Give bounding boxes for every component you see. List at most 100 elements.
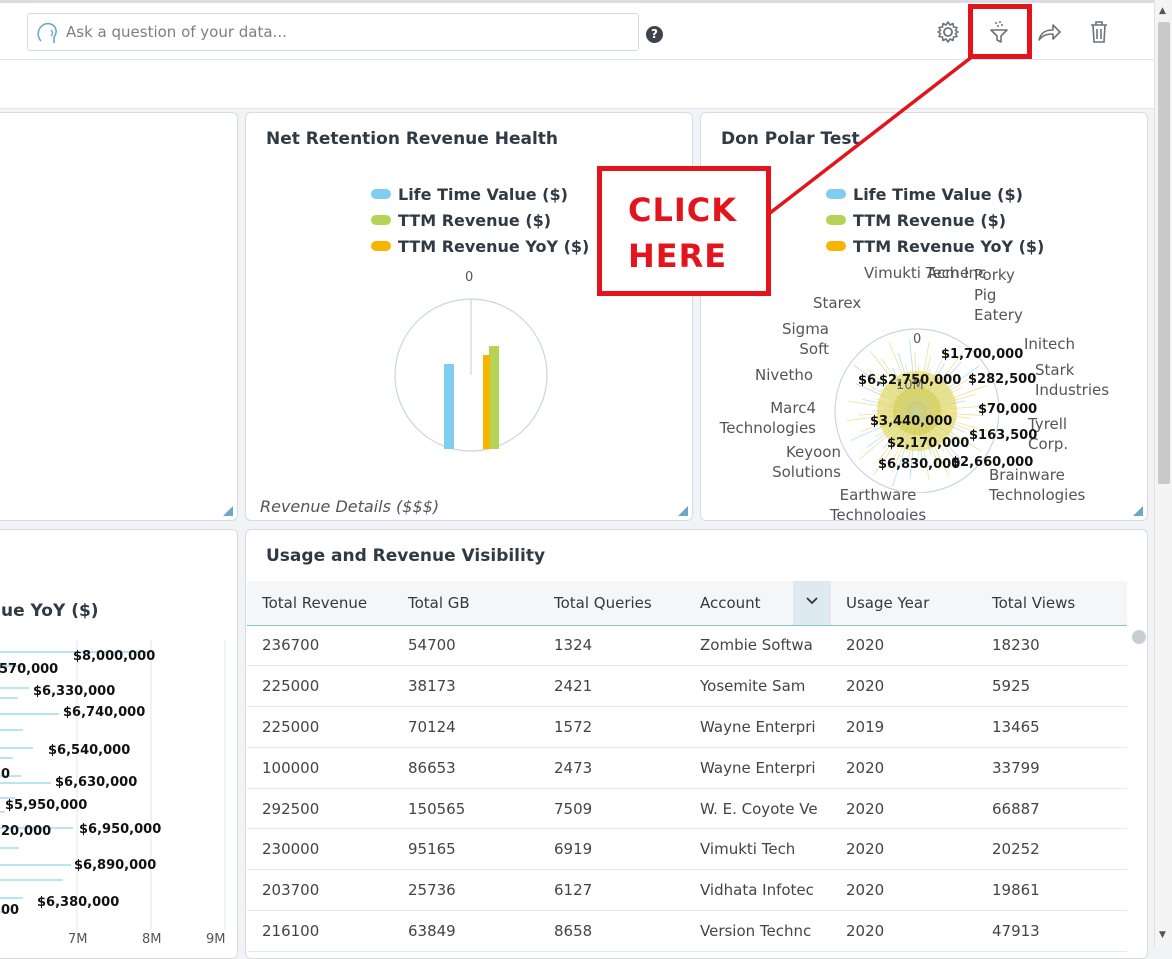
table-cell: Yosemite Sam [685,665,831,708]
x-tick-label: 7M [68,932,88,947]
column-header[interactable]: Usage Year [831,581,977,626]
legend-item[interactable]: Life Time Value ($) [826,181,1044,207]
callout-highlight-box [968,4,1032,59]
panel-title: Don Polar Test [721,129,860,149]
page-scrollbar[interactable]: ▲ ▼ [1154,0,1172,948]
column-header[interactable]: Total GB [393,581,539,626]
value-label: $6,740,000 [63,705,146,720]
account-label: Keyoon Solutions [772,443,841,481]
scroll-up-icon[interactable]: ▲ [1159,6,1166,16]
table-cell: 6127 [539,869,685,912]
table-cell: 2020 [831,788,977,830]
table-cell: 7509 [539,788,685,830]
resize-handle-icon[interactable] [1133,506,1143,516]
bar-ltv[interactable] [444,364,454,449]
column-dropdown-button[interactable] [793,581,831,626]
table-row[interactable]: 236700 54700 1324 Zombie Softwa 2020 18230 [247,625,1127,667]
legend-swatch [371,215,391,225]
table-cell: 225000 [247,665,393,708]
table-cell: Wayne Enterpri [685,706,831,748]
legend-swatch [826,215,846,225]
bar-ttm[interactable] [489,346,499,449]
table-cell: 216100 [247,910,393,952]
table-cell: 66887 [977,788,1127,830]
value-label: $6,950,000 [79,822,162,837]
account-label: Brainware Technologies [989,466,1086,504]
legend-item[interactable]: TTM Revenue YoY ($) [371,233,589,259]
resize-handle-icon[interactable] [223,506,233,516]
table-cell: 33799 [977,747,1127,789]
table-cell: 18230 [977,625,1127,667]
table-cell: 86653 [393,747,539,789]
panel-title: Net Retention Revenue Health [266,129,559,149]
table-row[interactable]: 100000 86653 2473 Wayne Enterpri 2020 33799 [247,747,1127,789]
left-bottom-panel: ue YoY ($) $8,000,000 570,000 $6,330,000… [0,529,238,959]
table-row[interactable]: 225000 38173 2421 Yosemite Sam 2020 5925 [247,665,1127,708]
table-cell: Zombie Softwa [685,625,831,667]
value-label: 00 [1,903,20,918]
polar-zero-label: 0 [465,270,474,285]
legend-item[interactable]: Life Time Value ($) [371,181,589,207]
click-here-callout: CLICK HERE [597,166,771,296]
table-row[interactable]: 292500 150565 7509 W. E. Coyote Ve 2020 66887 [247,788,1127,830]
value-label: $6,630,000 [55,775,138,790]
table-row[interactable]: 230000 95165 6919 Vimukti Tech 2020 20252 [247,828,1127,871]
value-label: 20,000 [1,824,52,839]
ask-question-input[interactable] [66,20,626,44]
table-cell: Wayne Enterpri [685,747,831,789]
column-header[interactable]: Total Revenue [247,581,393,626]
resize-handle-icon[interactable] [678,506,688,516]
table-cell: 95165 [393,828,539,871]
table-row[interactable]: 225000 70124 1572 Wayne Enterpri 2019 13465 [247,706,1127,748]
table-cell: 8658 [539,910,685,952]
usage-revenue-panel: Usage and Revenue Visibility Total Reven… [245,529,1148,959]
table-cell: 236700 [247,625,393,667]
gear-icon[interactable] [935,19,961,45]
table-cell: 2020 [831,665,977,708]
table-cell: 2421 [539,665,685,708]
table-cell: 13465 [977,706,1127,748]
value-label: $282,500 [968,372,1037,387]
value-label: $6,330,000 [33,684,116,699]
value-label: $3,440,000 [870,414,953,429]
value-label: $2,170,000 [887,436,970,451]
table-row[interactable]: 203700 25736 6127 Vidhata Infotec 2020 19861 [247,869,1127,912]
trash-icon[interactable] [1086,19,1112,45]
table-header-row: Total Revenue Total GB Total Queries Acc… [247,581,1127,626]
table-cell: 63849 [393,910,539,952]
account-label: Earthware Technologies [829,486,927,521]
value-label: $6,830,000 [878,457,961,472]
column-header[interactable]: Account [685,581,793,626]
table-cell: 2020 [831,625,977,667]
ask-question-box[interactable] [27,13,639,51]
callout-text: CLICK [628,191,738,229]
legend-item[interactable]: TTM Revenue ($) [826,207,1044,233]
value-label: 0 [1,767,11,782]
share-icon[interactable] [1036,19,1062,45]
table-cell: W. E. Coyote Ve [685,788,831,830]
table-cell: 2020 [831,747,977,789]
table-cell: 2020 [831,828,977,871]
table-scroll-thumb[interactable] [1132,630,1146,644]
legend-item[interactable]: TTM Revenue ($) [371,207,589,233]
table-cell: 292500 [247,788,393,830]
account-label: Acme [927,264,970,282]
table-cell: 25736 [393,869,539,912]
table-cell: 230000 [247,828,393,871]
scroll-down-icon[interactable]: ▼ [1159,930,1166,940]
polar-bar-chart [394,298,548,452]
table-cell: 1324 [539,625,685,667]
table-cell: 2019 [831,706,977,748]
column-header[interactable]: Total Views [977,581,1127,626]
voice-assistant-icon[interactable] [35,21,61,47]
left-top-panel [0,112,238,521]
table-cell: Version Technc [685,910,831,952]
legend-item[interactable]: TTM Revenue YoY ($) [826,233,1044,259]
column-header[interactable]: Total Queries [539,581,685,626]
table-row[interactable]: 216100 63849 8658 Version Technc 2020 47913 [247,910,1127,952]
panel-title-fragment: ue YoY ($) [1,601,99,621]
legend-swatch [371,241,391,251]
help-icon[interactable]: ? [646,26,663,43]
dashboard-subbar [0,60,1154,109]
scrollbar-thumb[interactable] [1158,22,1170,484]
